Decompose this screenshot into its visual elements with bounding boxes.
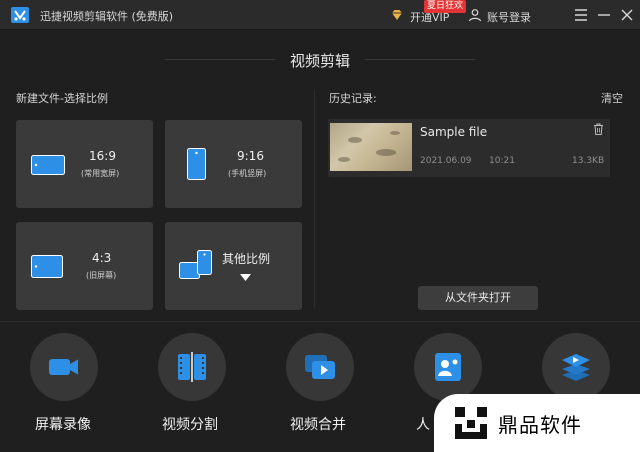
camera-icon <box>49 359 78 375</box>
ratio-main-label: 其他比例 <box>222 252 271 266</box>
watermark-logo-icon <box>455 407 487 439</box>
tool-person[interactable] <box>414 333 482 401</box>
file-name: Sample file <box>420 125 488 139</box>
history-label: 历史记录: <box>329 92 377 105</box>
tool-screen-record[interactable] <box>30 333 98 401</box>
ratio-main-label: 4:3 <box>92 251 112 265</box>
film-split-icon <box>178 352 206 382</box>
close-icon[interactable] <box>618 6 636 24</box>
tool-label-video-split: 视频分割 <box>162 417 218 433</box>
tool-video-merge[interactable] <box>286 333 354 401</box>
file-time: 10:21 <box>489 156 515 166</box>
ratio-sub-label: (旧屏幕) <box>86 271 117 280</box>
panel-divider <box>314 90 315 308</box>
video-thumbnail <box>330 123 412 171</box>
person-card-icon <box>435 353 461 381</box>
ratio-sub-label: (常用宽屏) <box>81 169 120 178</box>
tool-label-video-merge: 视频合并 <box>290 417 346 433</box>
minimize-icon[interactable] <box>595 6 613 24</box>
app-title: 迅捷视频剪辑软件 (免费版) <box>40 10 174 23</box>
watermark-banner: 鼎品软件 <box>434 394 640 452</box>
app-logo <box>11 7 29 23</box>
history-item[interactable]: Sample file 2021.06.09 10:21 13.3KB <box>328 119 610 177</box>
open-from-folder-button[interactable]: 从文件夹打开 <box>418 286 538 310</box>
clear-history-button[interactable]: 清空 <box>601 90 623 106</box>
user-icon[interactable] <box>468 8 482 22</box>
menu-icon[interactable] <box>572 6 590 24</box>
tool-label-person: 人 <box>416 417 430 433</box>
tool-layers[interactable] <box>542 333 610 401</box>
ratio-card-9-16[interactable]: 9:16 (手机竖屏) <box>165 120 302 208</box>
ratio-card-4-3[interactable]: 4:3 (旧屏幕) <box>16 222 153 310</box>
file-date: 2021.06.09 <box>420 156 472 166</box>
custom-ratio-icon <box>179 250 212 279</box>
section-title: 视频剪辑 <box>289 52 350 70</box>
vip-diamond-icon[interactable] <box>390 8 404 22</box>
old-screen-icon <box>31 255 63 278</box>
portrait-phone-icon <box>187 148 206 180</box>
ratio-main-label: 9:16 <box>237 149 264 163</box>
promo-badge: 夏日狂欢 <box>424 0 467 13</box>
watermark-text: 鼎品软件 <box>498 413 582 437</box>
title-divider-right <box>365 59 475 60</box>
trash-icon[interactable] <box>593 123 604 135</box>
layers-play-icon <box>562 354 590 381</box>
new-file-label: 新建文件-选择比例 <box>16 92 108 105</box>
ratio-card-other[interactable]: 其他比例 <box>165 222 302 310</box>
tool-video-split[interactable] <box>158 333 226 401</box>
video-merge-icon <box>305 355 335 379</box>
file-size: 13.3KB <box>572 156 605 166</box>
title-bar: 迅捷视频剪辑软件 (免费版) 开通VIP 夏日狂欢 账号登录 <box>0 0 640 30</box>
tools-divider <box>0 321 640 322</box>
triangle-down-icon[interactable] <box>240 274 251 282</box>
ratio-main-label: 16:9 <box>89 149 116 163</box>
tool-label-screen-record: 屏幕录像 <box>35 417 91 433</box>
landscape-screen-icon <box>31 155 65 175</box>
login-link[interactable]: 账号登录 <box>487 9 531 25</box>
ratio-card-16-9[interactable]: 16:9 (常用宽屏) <box>16 120 153 208</box>
ratio-sub-label: (手机竖屏) <box>228 169 267 178</box>
